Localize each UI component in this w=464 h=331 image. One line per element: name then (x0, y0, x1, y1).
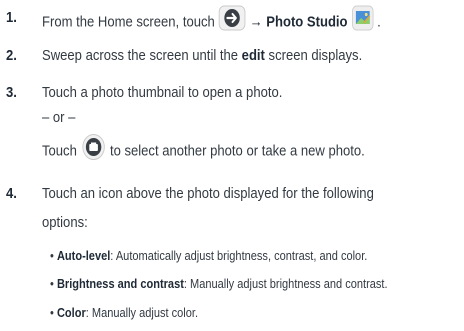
step-3-line3: Touch to select another photo or take a … (42, 133, 365, 167)
bullet-desc: : Manually adjust color. (85, 305, 199, 320)
step-1-arrow: → (249, 13, 263, 31)
page: { "steps": [ { "number": "1.", "parts": … (0, 0, 464, 331)
step-number-3: 3. (6, 84, 17, 101)
step-number-4: 4. (6, 185, 17, 202)
step-3-line1: Touch a photo thumbnail to open a photo. (42, 84, 283, 101)
step-1-period: . (377, 13, 381, 31)
step-4-line2: options: (42, 214, 88, 231)
bullet-dot: • (50, 248, 54, 263)
camera-button-icon (80, 133, 106, 167)
step-3-or: – or – (42, 109, 76, 126)
bullet-dot: • (50, 276, 54, 291)
bullet-item-color: • Color: Manually adjust color. (50, 304, 198, 322)
bullet-desc: : Manually adjust brightness and contras… (183, 276, 388, 291)
bullet-item-brightness: • Brightness and contrast: Manually adju… (50, 275, 388, 293)
bullet-term: Auto-level (56, 248, 111, 263)
step-2-text: Sweep across the screen until the edit s… (42, 46, 362, 66)
step-number-1: 1. (6, 9, 17, 26)
step-number-2: 2. (6, 47, 17, 64)
step-2-intro: Sweep across the screen until the (42, 47, 239, 64)
step-2-edit-term: edit (241, 47, 265, 64)
step-3-touch: Touch (42, 142, 77, 160)
step-2-end: screen displays. (268, 47, 363, 64)
bullet-desc: : Automatically adjust brightness, contr… (110, 248, 368, 263)
step-1-intro: From the Home screen, touch (42, 13, 215, 31)
step-1-app-name: Photo Studio (266, 13, 348, 31)
bullet-dot: • (50, 305, 54, 320)
bullet-term: Brightness and contrast (56, 276, 184, 291)
step-1-text: From the Home screen, touch → Photo Stud… (42, 5, 381, 37)
arrow-circle-icon (218, 5, 246, 37)
bullet-item-auto-level: • Auto-level: Automatically adjust brigh… (50, 247, 367, 265)
photo-studio-icon (351, 5, 374, 37)
step-3-rest: to select another photo or take a new ph… (109, 142, 365, 160)
bullet-term: Color (56, 305, 86, 320)
step-4-line1: Touch an icon above the photo displayed … (42, 185, 374, 202)
